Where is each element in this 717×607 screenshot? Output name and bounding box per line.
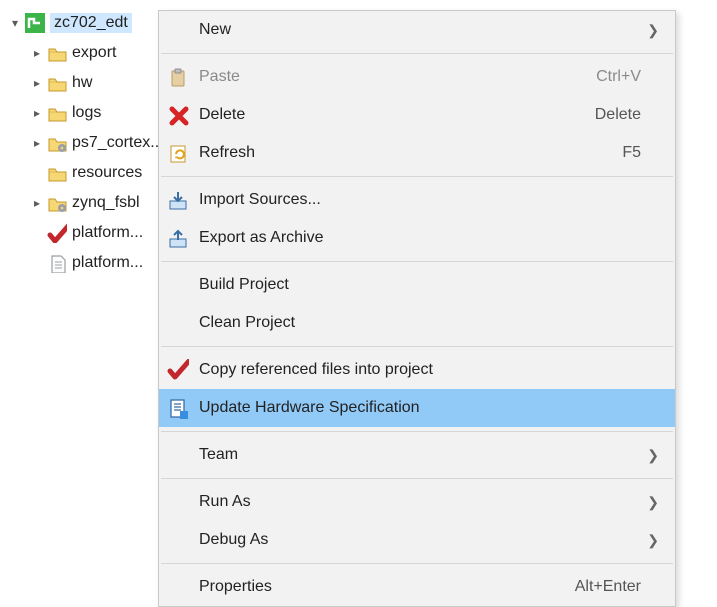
folder-gear-icon bbox=[46, 192, 68, 214]
tree-root-label: zc702_edt bbox=[50, 13, 132, 33]
blank-icon bbox=[165, 574, 191, 600]
menu-separator bbox=[161, 478, 673, 479]
tree-item-label: platform... bbox=[72, 254, 143, 272]
tree-item-label: ps7_cortex... bbox=[72, 134, 164, 152]
menu-separator bbox=[161, 563, 673, 564]
tree-item-label: logs bbox=[72, 104, 101, 122]
folder-icon bbox=[46, 162, 68, 184]
menu-item-label: Copy referenced files into project bbox=[199, 361, 641, 379]
chevron-right-icon: ❯ bbox=[641, 22, 659, 39]
menu-item-label: Delete bbox=[199, 106, 585, 124]
chevron-right-icon: ❯ bbox=[641, 532, 659, 549]
context-menu: New❯PasteCtrl+VDeleteDeleteRefreshF5Impo… bbox=[158, 10, 676, 607]
menu-separator bbox=[161, 261, 673, 262]
check-red-icon bbox=[165, 357, 191, 383]
blank-icon bbox=[165, 310, 191, 336]
blank-icon bbox=[165, 489, 191, 515]
tree-item-label: zynq_fsbl bbox=[72, 194, 140, 212]
twisty-right-icon[interactable]: ▸ bbox=[30, 136, 44, 150]
file-icon bbox=[46, 252, 68, 274]
menu-item[interactable]: Copy referenced files into project bbox=[159, 351, 675, 389]
menu-item-label: Export as Archive bbox=[199, 229, 641, 247]
menu-separator bbox=[161, 176, 673, 177]
menu-item-label: Refresh bbox=[199, 144, 612, 162]
menu-item-label: Update Hardware Specification bbox=[199, 399, 641, 417]
tree-item-label: hw bbox=[72, 74, 92, 92]
folder-gear-icon bbox=[46, 132, 68, 154]
menu-item[interactable]: Import Sources... bbox=[159, 181, 675, 219]
blank-icon bbox=[165, 17, 191, 43]
twisty-right-icon[interactable]: ▸ bbox=[30, 106, 44, 120]
menu-item[interactable]: New❯ bbox=[159, 11, 675, 49]
check-red-icon bbox=[46, 222, 68, 244]
folder-icon bbox=[46, 102, 68, 124]
menu-item-label: Clean Project bbox=[199, 314, 641, 332]
tree-item-label: resources bbox=[72, 164, 142, 182]
paste-icon bbox=[165, 64, 191, 90]
folder-icon bbox=[46, 72, 68, 94]
doc-blue-icon bbox=[165, 395, 191, 421]
menu-item: Paste Ctrl+V bbox=[159, 58, 675, 96]
folder-icon bbox=[46, 42, 68, 64]
platform-icon bbox=[24, 12, 46, 34]
menu-item[interactable]: Delete Delete bbox=[159, 96, 675, 134]
twisty-right-icon[interactable]: ▸ bbox=[30, 46, 44, 60]
menu-item[interactable]: Debug As❯ bbox=[159, 521, 675, 559]
menu-item[interactable]: Export as Archive bbox=[159, 219, 675, 257]
menu-item[interactable]: Update Hardware Specification bbox=[159, 389, 675, 427]
twisty-down-icon[interactable]: ▾ bbox=[8, 16, 22, 30]
refresh-icon bbox=[165, 140, 191, 166]
menu-item-label: Run As bbox=[199, 493, 641, 511]
menu-item[interactable]: Build Project bbox=[159, 266, 675, 304]
menu-item-label: Debug As bbox=[199, 531, 641, 549]
blank-icon bbox=[165, 272, 191, 298]
menu-item[interactable]: Clean Project bbox=[159, 304, 675, 342]
menu-item-label: New bbox=[199, 21, 641, 39]
menu-separator bbox=[161, 346, 673, 347]
menu-item-accel: Alt+Enter bbox=[575, 578, 641, 596]
delete-x-icon bbox=[165, 102, 191, 128]
blank-icon bbox=[165, 527, 191, 553]
menu-item-accel: Ctrl+V bbox=[596, 68, 641, 86]
menu-item[interactable]: Run As❯ bbox=[159, 483, 675, 521]
chevron-right-icon: ❯ bbox=[641, 494, 659, 511]
import-icon bbox=[165, 187, 191, 213]
menu-separator bbox=[161, 431, 673, 432]
menu-item-accel: Delete bbox=[595, 106, 641, 124]
menu-item-label: Import Sources... bbox=[199, 191, 641, 209]
menu-item[interactable]: Refresh F5 bbox=[159, 134, 675, 172]
twisty-right-icon[interactable]: ▸ bbox=[30, 196, 44, 210]
twisty-right-icon[interactable]: ▸ bbox=[30, 76, 44, 90]
menu-item-label: Paste bbox=[199, 68, 586, 86]
export-icon bbox=[165, 225, 191, 251]
menu-item-accel: F5 bbox=[622, 144, 641, 162]
menu-item[interactable]: Properties Alt+Enter bbox=[159, 568, 675, 606]
menu-separator bbox=[161, 53, 673, 54]
menu-item-label: Team bbox=[199, 446, 641, 464]
menu-item-label: Properties bbox=[199, 578, 565, 596]
tree-item-label: platform... bbox=[72, 224, 143, 242]
menu-item[interactable]: Team❯ bbox=[159, 436, 675, 474]
blank-icon bbox=[165, 442, 191, 468]
tree-item-label: export bbox=[72, 44, 116, 62]
chevron-right-icon: ❯ bbox=[641, 447, 659, 464]
menu-item-label: Build Project bbox=[199, 276, 641, 294]
